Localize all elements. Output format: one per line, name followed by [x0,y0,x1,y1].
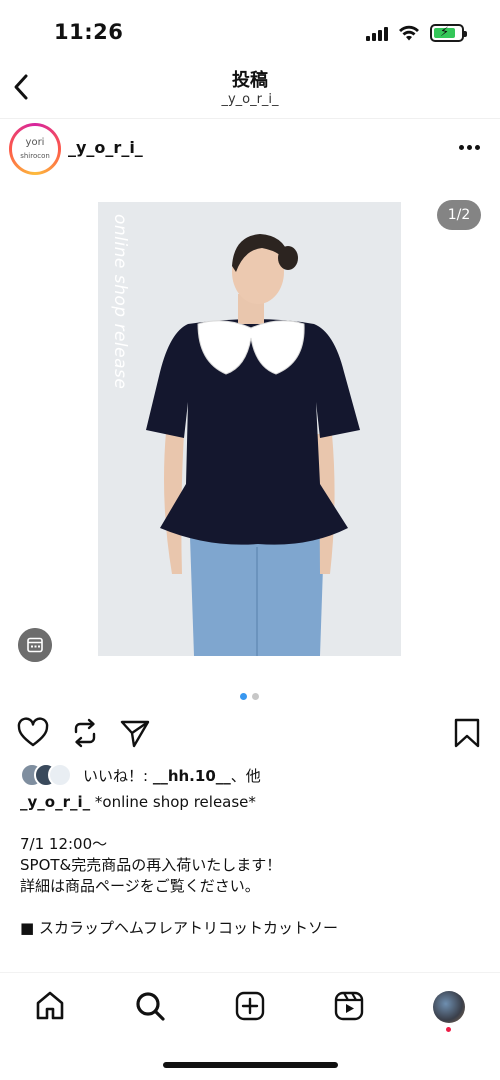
repost-icon[interactable] [68,716,102,750]
heart-icon[interactable] [16,716,50,750]
page-subtitle: _y_o_r_i_ [221,92,279,107]
home-icon[interactable] [33,989,67,1023]
status-bar: 11:26 ⚡ [0,0,500,62]
avatar-text-top: yori [25,137,45,148]
caption-line: SPOT&完売商品の再入荷いたします！ [20,856,282,874]
likes-suffix: 、他 [230,767,261,785]
likes-row[interactable]: いいね！: __hh.10__、他 [20,762,490,788]
photo-overlay-text: online shop release [110,214,130,390]
model-illustration [98,202,401,656]
more-options-icon[interactable] [456,143,484,153]
wifi-icon [399,25,419,41]
carousel-dots [238,693,262,701]
reels-icon[interactable] [332,989,366,1023]
caption-line: ■ スカラップヘムフレアトリコットカットソー [20,919,339,937]
post-header: 投稿 _y_o_r_i_ [0,62,500,118]
status-time: 11:26 [54,20,124,44]
likes-prefix: いいね！: [83,767,153,785]
author-avatar[interactable]: yori · shirocon [9,123,61,175]
liker-username[interactable]: __hh.10__ [153,767,231,785]
post-media[interactable]: online shop release 1/2 [0,180,500,680]
post-caption: _y_o_r_i_ *online shop release* 7/1 12:0… [20,792,485,939]
caption-first-line: _y_o_r_i_ *online shop release* [20,792,485,813]
search-icon[interactable] [133,989,167,1023]
liker-avatar [48,763,72,787]
notification-dot [446,1027,451,1032]
author-username[interactable]: _y_o_r_i_ [68,138,143,157]
bottom-nav [0,972,500,1042]
cellular-signal-icon [366,27,392,41]
carousel-dot-active [240,693,247,700]
liker-avatars [20,762,80,788]
caption-text: *online shop release* [90,793,256,811]
profile-avatar[interactable] [433,991,465,1023]
send-icon[interactable] [118,716,152,750]
post-author-row: yori · shirocon _y_o_r_i_ [0,118,500,180]
avatar-text-bottom: shirocon [20,152,50,160]
page-counter: 1/2 [437,200,481,230]
battery-icon: ⚡ [430,24,467,42]
carousel-dot [252,693,259,700]
caption-spacer [20,813,485,834]
home-indicator [163,1062,338,1068]
post-actions [0,712,500,756]
calendar-icon[interactable] [18,628,52,662]
caption-line: 7/1 12:00～ [20,835,108,853]
caption-line: 詳細は商品ページをご覧ください。 [20,877,260,895]
page-title: 投稿 [232,70,268,91]
post-photo[interactable]: online shop release [98,202,401,656]
caption-username[interactable]: _y_o_r_i_ [20,793,90,811]
likes-text[interactable]: いいね！: __hh.10__、他 [83,765,261,786]
caption-spacer [20,897,485,918]
bookmark-icon[interactable] [450,716,484,750]
create-icon[interactable] [233,989,267,1023]
